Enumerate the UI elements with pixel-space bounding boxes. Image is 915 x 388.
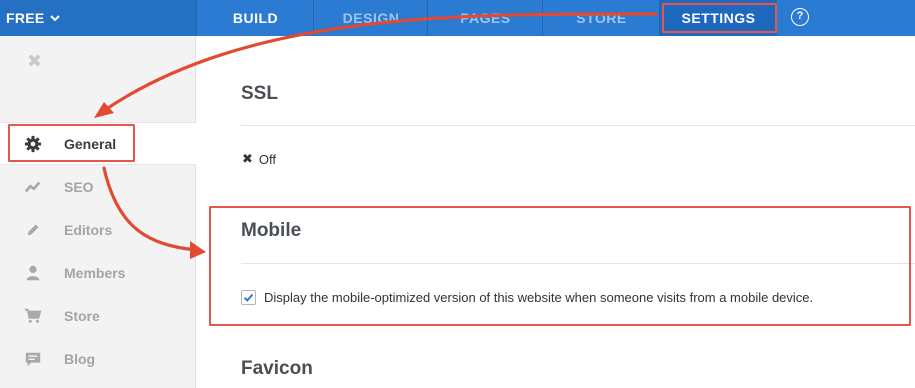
sidebar-item-label: Members	[64, 264, 126, 281]
sidebar-item-label: Store	[64, 307, 100, 324]
mobile-highlight	[209, 206, 911, 326]
chat-icon	[25, 352, 41, 366]
pencil-icon	[27, 224, 39, 235]
help-icon[interactable]: ?	[791, 8, 809, 26]
sidebar-item-blog[interactable]: Blog	[0, 337, 196, 380]
settings-sidebar: ✖ General SEO Editors Members Store Blog	[0, 36, 196, 388]
cart-icon	[24, 308, 42, 323]
tab-pages[interactable]: PAGES	[427, 0, 543, 36]
sidebar-item-label: Editors	[64, 221, 113, 238]
sidebar-item-seo[interactable]: SEO	[0, 165, 196, 208]
sidebar-item-label: Blog	[64, 350, 96, 367]
sidebar-item-store[interactable]: Store	[0, 294, 196, 337]
top-navigation-bar: FREE BUILD DESIGN PAGES STORE SETTINGS ?	[0, 0, 915, 36]
ssl-divider	[241, 125, 915, 126]
close-icon: ✖	[242, 151, 253, 166]
tab-design[interactable]: DESIGN	[313, 0, 428, 36]
general-highlight	[8, 124, 135, 162]
chevron-down-icon	[49, 15, 60, 22]
settings-highlight	[662, 3, 777, 33]
close-icon[interactable]: ✖	[27, 51, 42, 72]
sidebar-item-editors[interactable]: Editors	[0, 208, 196, 251]
sidebar-item-label: SEO	[64, 178, 94, 195]
person-icon	[26, 265, 40, 280]
plan-label: FREE	[6, 10, 45, 26]
sidebar-item-members[interactable]: Members	[0, 251, 196, 294]
tab-build[interactable]: BUILD	[196, 0, 314, 36]
tab-store[interactable]: STORE	[542, 0, 660, 36]
ssl-status-label: Off	[258, 151, 277, 167]
favicon-heading: Favicon	[241, 358, 313, 379]
ssl-heading: SSL	[241, 83, 278, 104]
ssl-status[interactable]: ✖ Off	[242, 151, 276, 167]
plan-dropdown[interactable]: FREE	[0, 0, 196, 36]
trend-icon	[24, 181, 41, 192]
